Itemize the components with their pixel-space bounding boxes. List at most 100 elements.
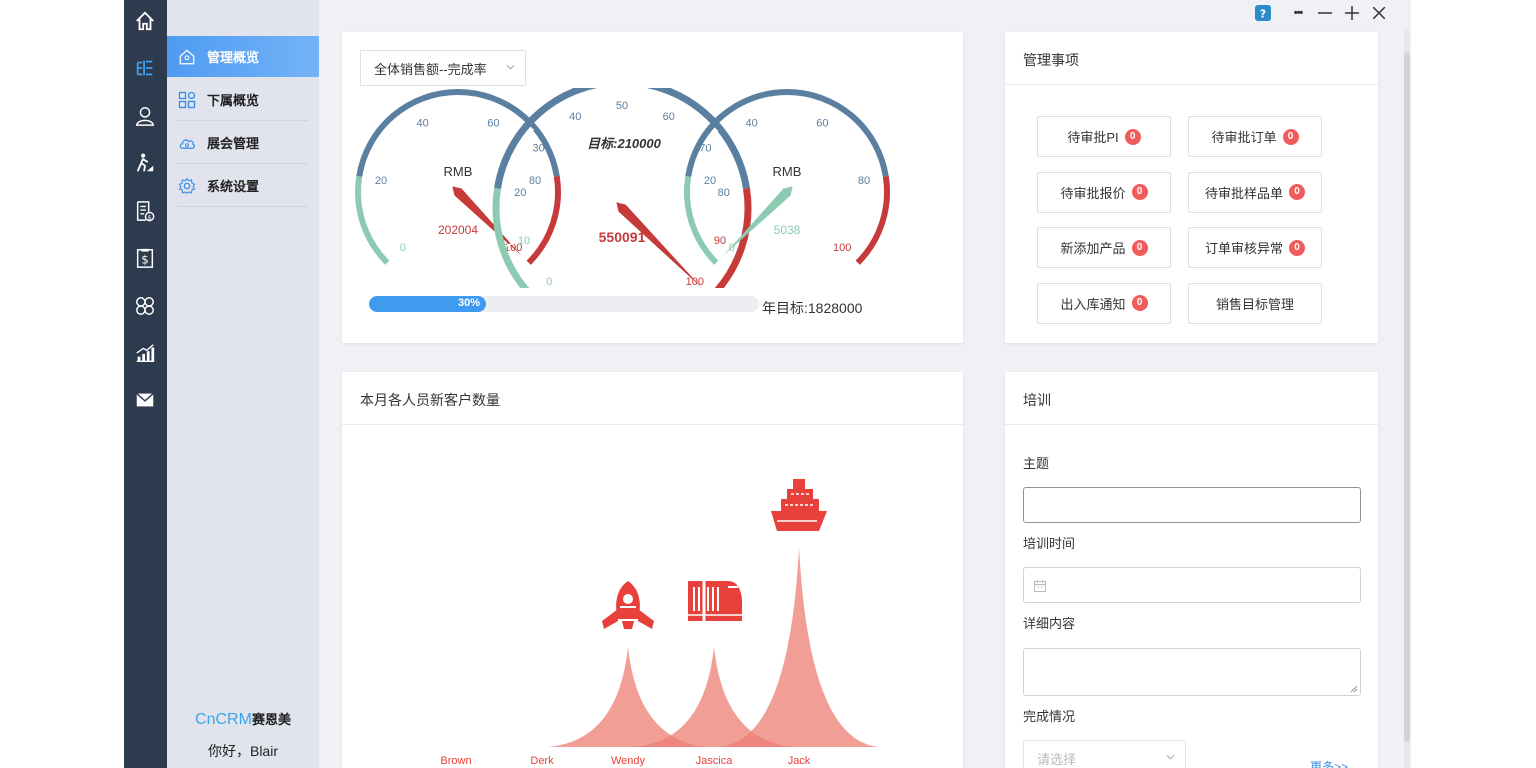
gauge-tick <box>516 145 522 149</box>
chevron-down-icon <box>506 64 515 70</box>
gauge-tick <box>738 222 744 224</box>
gauge-tick <box>720 120 725 126</box>
scrollbar-thumb[interactable] <box>1404 52 1410 742</box>
manage-button-4[interactable]: 新添加产品 0 <box>1037 227 1171 268</box>
gauge-tick <box>362 176 373 180</box>
gauge-tick-label: 90 <box>714 235 726 247</box>
manage-button-1[interactable]: 待审批订单 0 <box>1188 116 1322 157</box>
manage-button-5[interactable]: 订单审核异常 0 <box>1188 227 1322 268</box>
gauge-tick <box>856 134 866 142</box>
close-button[interactable] <box>1370 4 1388 22</box>
gauge-tick <box>727 115 732 120</box>
visit-icon[interactable] <box>132 150 158 176</box>
gauge-tick <box>664 93 668 99</box>
gauge-tick <box>732 188 744 192</box>
detail-textarea[interactable] <box>1023 648 1361 696</box>
nav-item-overview[interactable]: 管理概览 <box>167 36 319 77</box>
gauge-tick <box>549 203 555 205</box>
train-icon <box>688 581 742 621</box>
gauge-tick-label: 20 <box>375 175 387 187</box>
gauge-tick <box>654 90 657 96</box>
brand-name: CnCRM <box>195 711 252 728</box>
sales-progress-bar: 30% <box>369 296 759 312</box>
gauge-tick <box>546 167 553 170</box>
gauge-tick <box>759 98 762 104</box>
gauge-tick <box>803 96 806 102</box>
nav-item-label: 系统设置 <box>207 179 260 194</box>
help-button[interactable]: ? <box>1254 4 1272 22</box>
sales-metric-select[interactable]: 全体销售额--完成率 <box>360 50 526 86</box>
gauge-tick <box>870 150 875 154</box>
chart-x-label: Derk <box>530 755 554 767</box>
manage-button-0[interactable]: 待审批PI 0 <box>1037 116 1171 157</box>
subject-input[interactable] <box>1023 487 1361 523</box>
brand-cn: 赛恩美 <box>251 712 291 727</box>
more-button[interactable]: ••• <box>1289 4 1307 22</box>
sales-progress-fill: 30% <box>369 296 486 312</box>
status-select[interactable]: 请选择 <box>1023 740 1186 768</box>
gauge-tick <box>377 243 383 247</box>
finance-icon[interactable]: $ <box>132 245 158 271</box>
gauge-tick <box>361 203 367 205</box>
count-badge: 0 <box>1289 239 1305 256</box>
nav-item-exhibitions[interactable]: 展会管理 <box>167 122 319 163</box>
gauge-tick <box>384 127 390 132</box>
manage-button-label: 销售目标管理 <box>1215 296 1294 312</box>
resize-grip-icon[interactable] <box>1350 685 1358 693</box>
gauge-tick <box>543 176 554 180</box>
chart-x-label: Jascica <box>696 755 734 767</box>
minimize-button[interactable] <box>1316 4 1334 22</box>
home-icon[interactable] <box>132 8 158 34</box>
gauge-tick <box>691 176 702 180</box>
gauge-tick <box>506 109 511 115</box>
org-chart-icon[interactable] <box>132 55 158 81</box>
gauge-tick-label: 60 <box>487 118 499 130</box>
nav-item-settings[interactable]: 系统设置 <box>167 165 319 206</box>
nav-item-label: 下属概览 <box>207 93 260 108</box>
gauge-tick-label: 100 <box>686 276 704 288</box>
gauge-tick <box>405 109 410 115</box>
manage-button-3[interactable]: 待审批样品单 0 <box>1188 171 1322 213</box>
gauge-tick-label: 20 <box>704 175 716 187</box>
gauge-tick <box>547 211 553 214</box>
gauge-tick <box>500 222 506 224</box>
mail-icon[interactable] <box>132 387 158 413</box>
brand-logo: CnCRM赛恩美 <box>167 709 319 729</box>
maximize-button[interactable] <box>1343 4 1361 22</box>
gauge-tick <box>847 252 857 262</box>
gauge-tick <box>708 134 718 142</box>
gauge-tick <box>368 228 374 231</box>
scrollbar-track[interactable] <box>1404 30 1410 768</box>
gauge-tick <box>820 101 824 107</box>
gauge-tick <box>500 188 512 192</box>
gauge-tick <box>502 233 508 236</box>
gauge-tick <box>876 211 882 214</box>
count-badge: 0 <box>1289 184 1305 200</box>
manage-button-6[interactable]: 出入库通知 0 <box>1037 282 1171 324</box>
gauge-tick <box>825 105 832 115</box>
gauge-tick-label: 60 <box>663 111 675 123</box>
customers-chart: Brown Derk Wendy Jascica Jack <box>440 479 879 767</box>
gauge-tick <box>855 127 861 132</box>
nav-divider <box>177 163 309 164</box>
apps-icon[interactable] <box>132 293 158 319</box>
manage-button-label: 出入库通知 <box>1060 296 1126 312</box>
gauge-tick <box>542 228 548 231</box>
manage-button-2[interactable]: 待审批报价 0 <box>1037 171 1171 213</box>
gauge-tick <box>382 250 388 255</box>
training-time-input[interactable] <box>1023 567 1361 603</box>
gauge-tick <box>871 228 877 231</box>
invoice-icon[interactable]: $ <box>132 198 158 224</box>
training-card: 培训 主题 培训时间 详细内容 完成情况 请选择 更多>> <box>1005 372 1378 768</box>
gauge-tick <box>694 218 705 223</box>
more-link[interactable]: 更多>> <box>1310 758 1348 768</box>
nav-item-subordinates[interactable]: 下属概览 <box>167 79 319 120</box>
customer-icon[interactable] <box>132 103 158 129</box>
gauge-tick <box>540 218 551 223</box>
stats-icon[interactable] <box>132 340 158 366</box>
gauge-tick <box>544 158 550 162</box>
gauge-tick <box>706 243 712 247</box>
gauge-tick-label: 30 <box>533 142 545 154</box>
manage-button-7[interactable]: 销售目标管理 <box>1188 282 1322 324</box>
gauge-tick <box>363 167 370 170</box>
